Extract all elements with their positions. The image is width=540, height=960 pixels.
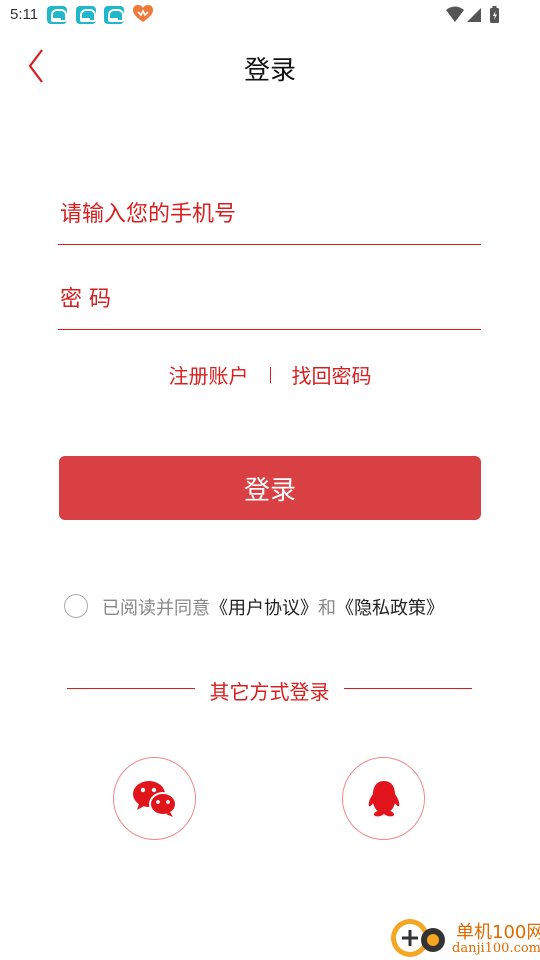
app-notification-icon — [104, 6, 124, 24]
page-title: 登录 — [243, 56, 296, 86]
link-divider — [269, 366, 271, 383]
header: 登录 — [0, 30, 540, 102]
agreement-text: 已阅读并同意《用户协议》和《隐私政策》 — [102, 594, 444, 620]
other-login-divider: 其它方式登录 — [67, 676, 472, 704]
signal-icon — [467, 8, 481, 22]
status-time: 5:11 — [10, 6, 39, 23]
app-notification-icon — [76, 6, 96, 24]
phone-input[interactable] — [58, 184, 481, 244]
account-links: 注册账户 找回密码 — [0, 360, 540, 392]
wechat-login-button[interactable] — [113, 757, 196, 840]
agreement-prefix: 已阅读并同意 — [102, 598, 210, 619]
user-agreement-link[interactable]: 《用户协议》 — [210, 598, 318, 619]
app-notification-icon — [47, 6, 67, 24]
register-link[interactable]: 注册账户 — [169, 360, 249, 389]
agreement-checkbox[interactable] — [64, 594, 88, 618]
forgot-password-link[interactable]: 找回密码 — [292, 360, 372, 389]
wechat-icon — [132, 780, 177, 817]
agreement-connector: 和 — [318, 598, 336, 619]
system-status-icons — [446, 6, 499, 23]
qq-icon — [368, 780, 399, 816]
password-field — [58, 270, 481, 330]
wifi-icon — [446, 6, 464, 22]
heart-icon — [133, 5, 153, 22]
phone-field — [58, 184, 481, 245]
login-button[interactable]: 登录 — [59, 456, 481, 520]
watermark-url: danji100.com — [452, 941, 540, 956]
password-input[interactable] — [58, 270, 481, 329]
qq-login-button[interactable] — [342, 757, 425, 840]
divider-line-right — [344, 688, 472, 689]
privacy-policy-link[interactable]: 《隐私政策》 — [336, 598, 444, 619]
site-logo-icon — [391, 919, 445, 957]
site-watermark: 单机100网 danji100.com — [388, 916, 540, 960]
other-login-label: 其它方式登录 — [209, 680, 330, 704]
status-bar: 5:11 — [0, 0, 540, 30]
